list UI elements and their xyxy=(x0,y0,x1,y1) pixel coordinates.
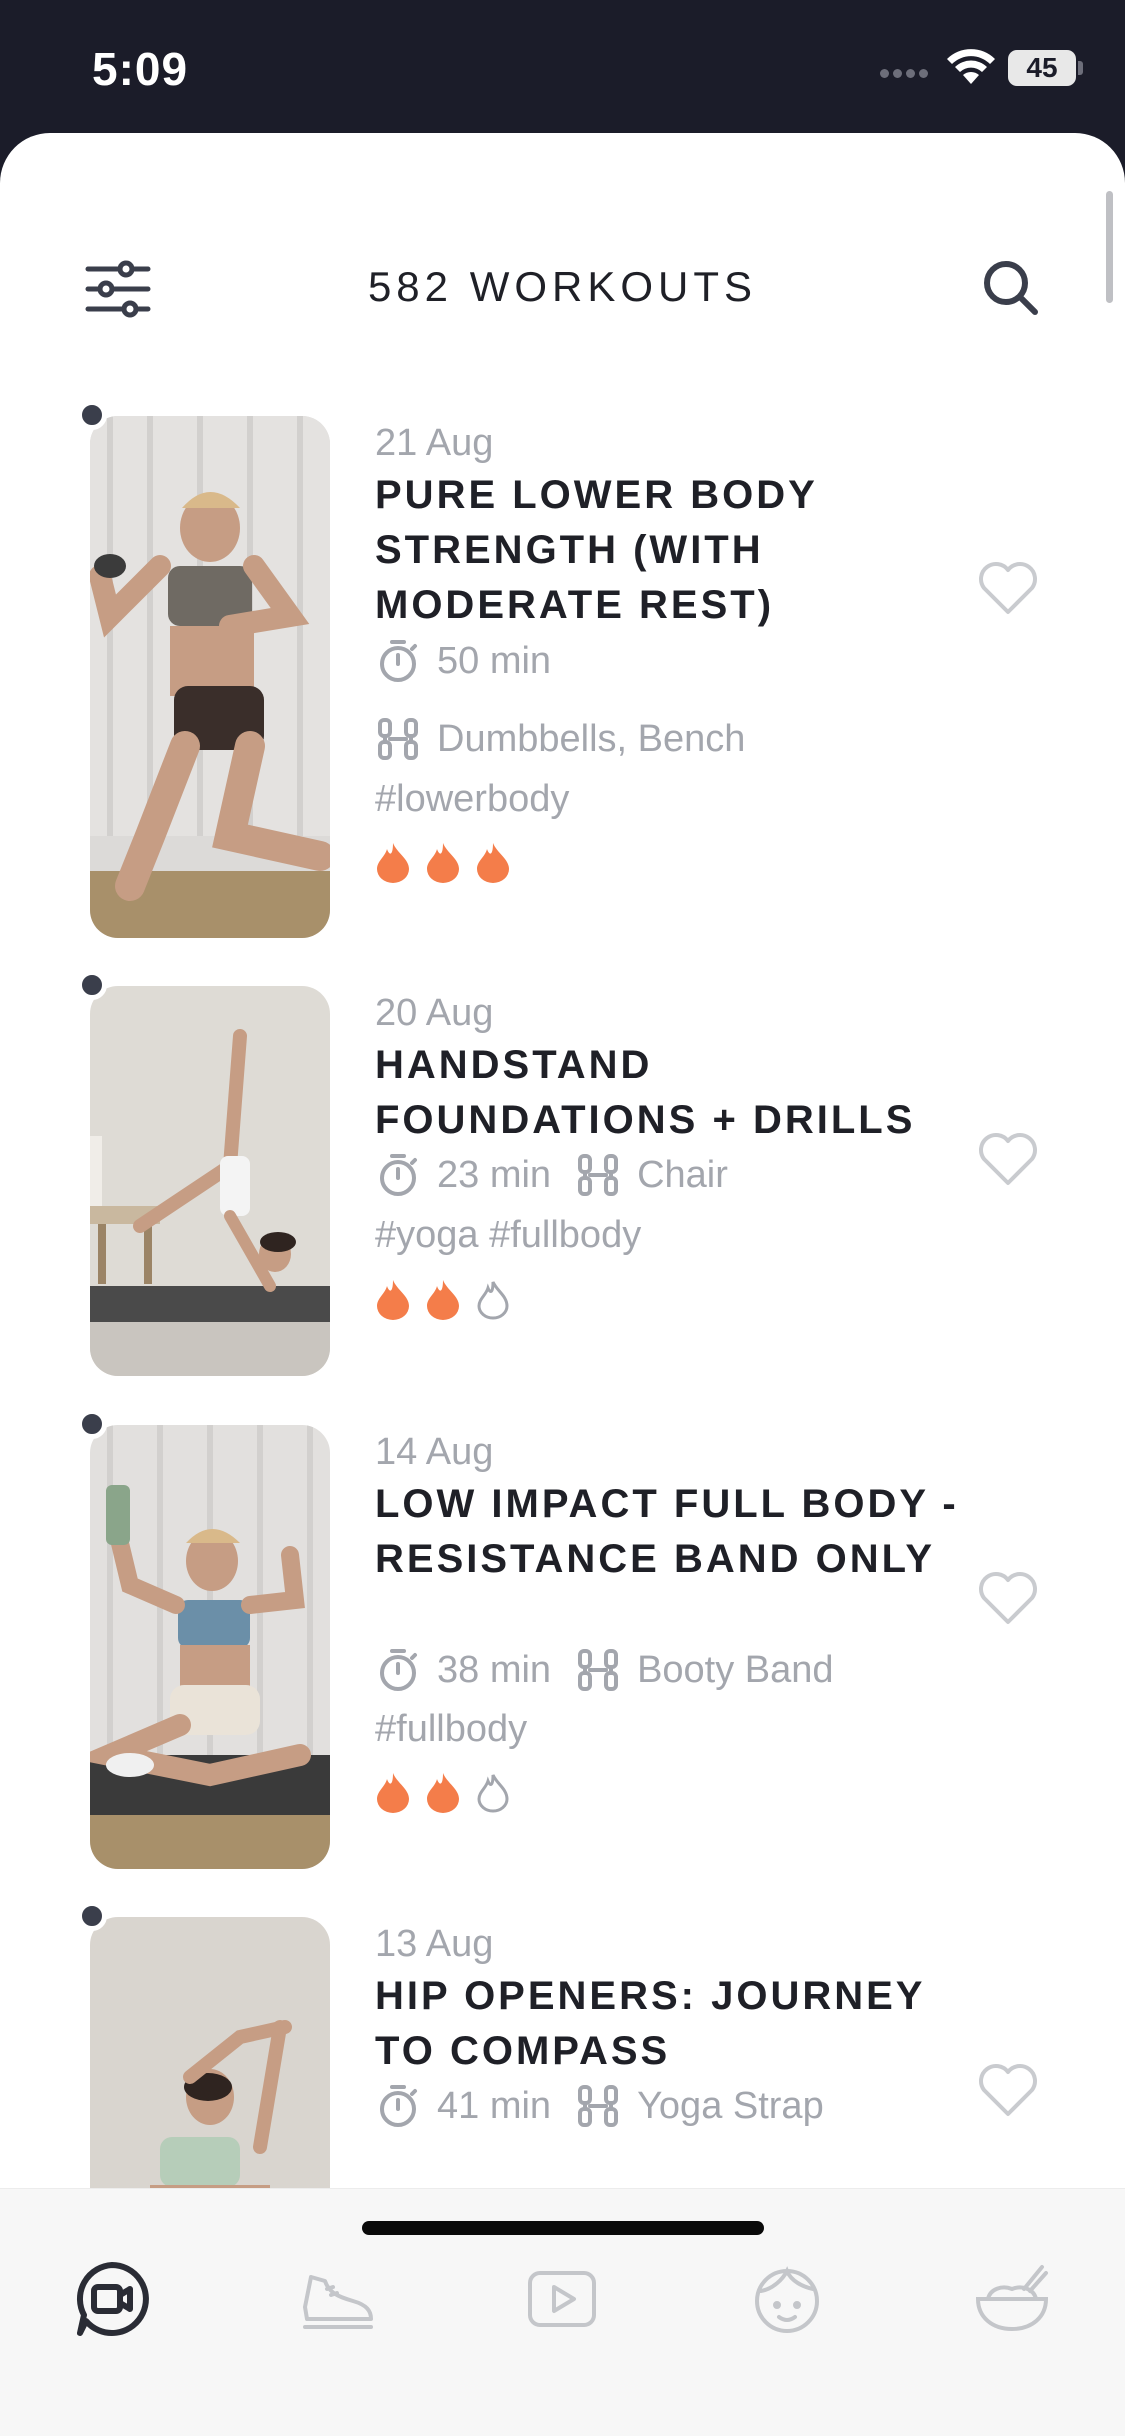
battery-tip xyxy=(1078,61,1083,75)
workouts-sheet: 582 WORKOUTS 21 Aug PURE LOWER BODY STRE… xyxy=(0,133,1125,2436)
workout-tags: #lowerbody xyxy=(375,778,570,820)
dumbbell-icon xyxy=(378,718,418,760)
flame-icon xyxy=(377,1773,409,1813)
status-time: 5:09 xyxy=(92,43,189,95)
workout-duration: 50 min xyxy=(437,639,552,682)
search-icon xyxy=(984,261,1038,315)
dumbbell-icon xyxy=(578,2085,619,2127)
workout-tags: #fullbody xyxy=(375,1708,528,1750)
workout-meta-row: 41 min Yoga Strap xyxy=(375,2083,824,2129)
unread-dot xyxy=(77,400,107,430)
search-button[interactable] xyxy=(978,255,1044,321)
flame-outline-icon xyxy=(477,1281,509,1320)
workout-date: 21 Aug xyxy=(375,422,494,464)
workout-date: 14 Aug xyxy=(375,1431,494,1473)
flame-icon xyxy=(477,843,509,883)
workout-title: HIP OPENERS: JOURNEY TO COMPASS xyxy=(375,1974,925,2073)
stopwatch-icon xyxy=(380,640,417,682)
flame-icon xyxy=(427,843,459,883)
workout-equipment: Booty Band xyxy=(637,1648,834,1691)
workout-thumbnail xyxy=(90,1425,330,1869)
tab-running[interactable] xyxy=(297,2259,377,2339)
workout-thumbnail xyxy=(90,986,330,1376)
favorite-heart-icon[interactable] xyxy=(976,2060,1040,2120)
flame-icon xyxy=(427,1280,459,1320)
home-indicator xyxy=(362,2221,764,2235)
favorite-heart-icon[interactable] xyxy=(976,1129,1040,1189)
dumbbell-icon xyxy=(578,1154,619,1196)
intensity-rating xyxy=(375,841,525,883)
workout-tags: #yoga #fullbody xyxy=(375,1214,642,1256)
header: 582 WORKOUTS xyxy=(0,133,1125,333)
battery-indicator: 45 xyxy=(1008,50,1076,86)
workout-equipment: Dumbbells, Bench xyxy=(437,717,746,760)
workout-title: HANDSTAND FOUNDATIONS + DRILLS xyxy=(375,1043,916,1142)
favorite-heart-icon[interactable] xyxy=(976,558,1040,618)
workout-duration: 23 min xyxy=(437,1153,552,1196)
workout-equipment: Chair xyxy=(637,1153,728,1196)
workouts-icon xyxy=(77,2262,149,2336)
workout-meta-row: 38 min Booty Band xyxy=(375,1647,834,1693)
workout-equipment-row: Dumbbells, Bench xyxy=(375,716,745,762)
workout-meta-row: 23 min Chair xyxy=(375,1152,728,1198)
page-title: 582 WORKOUTS xyxy=(367,263,758,310)
workout-title: PURE LOWER BODY STRENGTH (WITH MODERATE … xyxy=(375,473,818,627)
workout-card[interactable]: 13 Aug HIP OPENERS: JOURNEY TO COMPASS 4… xyxy=(0,1901,1125,2217)
unread-dot xyxy=(77,1901,107,1931)
intensity-rating xyxy=(375,1771,525,1813)
stopwatch-icon xyxy=(380,1649,417,1691)
flame-icon xyxy=(377,1280,409,1320)
workout-date: 20 Aug xyxy=(375,992,494,1034)
workout-card[interactable]: 21 Aug PURE LOWER BODY STRENGTH (WITH MO… xyxy=(0,400,1125,956)
stopwatch-icon xyxy=(380,2085,417,2127)
video-play-icon xyxy=(528,2271,596,2327)
unread-dot xyxy=(77,1409,107,1439)
workout-card[interactable]: 20 Aug HANDSTAND FOUNDATIONS + DRILLS 23… xyxy=(0,970,1125,1386)
scrollbar[interactable] xyxy=(1106,191,1113,303)
tab-workouts[interactable] xyxy=(72,2259,152,2339)
sneaker-icon xyxy=(303,2275,373,2329)
tab-nutrition[interactable] xyxy=(972,2259,1052,2339)
flame-icon xyxy=(377,843,409,883)
status-bar: 5:09 45 xyxy=(0,0,1125,135)
workout-date: 13 Aug xyxy=(375,1923,494,1965)
tab-videos[interactable] xyxy=(522,2259,602,2339)
workout-title: LOW IMPACT FULL BODY - RESISTANCE BAND O… xyxy=(375,1482,959,1581)
workout-thumbnail xyxy=(90,1917,330,2217)
intensity-rating xyxy=(375,1278,525,1320)
cellular-signal-icon xyxy=(880,65,932,83)
workout-thumbnail xyxy=(90,416,330,938)
bowl-icon xyxy=(975,2265,1049,2332)
wifi-icon xyxy=(947,49,995,84)
flame-icon xyxy=(427,1773,459,1813)
flame-outline-icon xyxy=(477,1774,509,1813)
workout-duration: 41 min xyxy=(437,2084,552,2127)
workout-duration-row: 50 min xyxy=(375,638,551,684)
face-icon xyxy=(755,2266,819,2333)
workout-equipment: Yoga Strap xyxy=(637,2084,824,2127)
workout-duration: 38 min xyxy=(437,1648,552,1691)
dumbbell-icon xyxy=(578,1649,619,1691)
favorite-heart-icon[interactable] xyxy=(976,1568,1040,1628)
workout-card[interactable]: 14 Aug LOW IMPACT FULL BODY - RESISTANCE… xyxy=(0,1409,1125,1875)
tab-profile[interactable] xyxy=(747,2259,827,2339)
unread-dot xyxy=(77,970,107,1000)
stopwatch-icon xyxy=(380,1154,417,1196)
